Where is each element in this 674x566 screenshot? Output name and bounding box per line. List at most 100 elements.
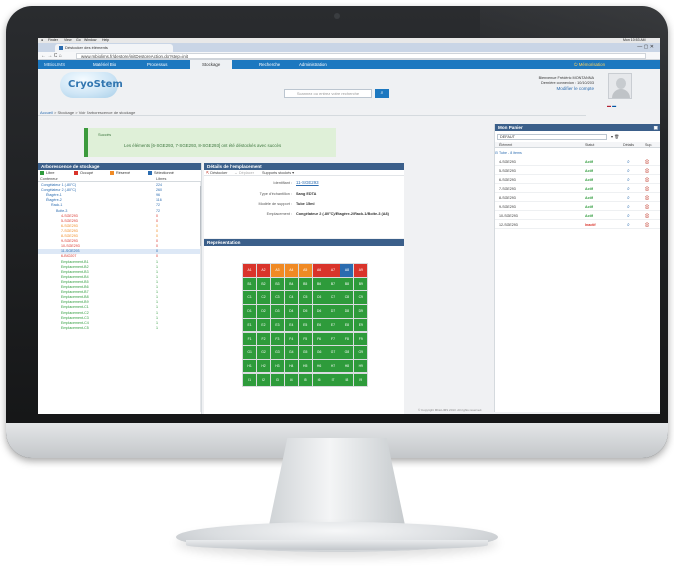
grid-cell-c6[interactable]: C6 (312, 291, 326, 304)
grid-cell-g7[interactable]: G7 (326, 346, 340, 359)
grid-cell-d6[interactable]: D6 (312, 305, 326, 318)
grid-cell-h5[interactable]: H5 (298, 359, 312, 373)
grid-cell-b9[interactable]: B9 (354, 277, 368, 291)
grid-cell-f4[interactable]: F4 (284, 332, 298, 346)
grid-cell-g6[interactable]: G6 (312, 346, 326, 359)
remove-icon[interactable]: ⛒ (645, 212, 649, 220)
address-bar[interactable]: www.mbiolims.fr/destore/initDestoreActio… (76, 53, 646, 59)
fr-flag-icon[interactable]: ▬ (612, 103, 616, 108)
grid-cell-f3[interactable]: F3 (270, 332, 284, 346)
grid-cell-e5[interactable]: E5 (298, 318, 312, 332)
tree-scrollbar[interactable] (200, 182, 201, 412)
grid-cell-h6[interactable]: H6 (312, 359, 326, 373)
grid-cell-c5[interactable]: C5 (298, 291, 312, 304)
grid-cell-g2[interactable]: G2 (256, 346, 271, 359)
grid-cell-e9[interactable]: E9 (354, 318, 368, 332)
details-icon[interactable]: ⌕ (627, 167, 630, 175)
grid-cell-f6[interactable]: F6 (312, 332, 326, 346)
grid-cell-e6[interactable]: E6 (312, 318, 326, 332)
grid-cell-c9[interactable]: C9 (354, 291, 368, 304)
grid-cell-f7[interactable]: F7 (326, 332, 340, 346)
remove-icon[interactable]: ⛒ (645, 158, 649, 166)
grid-cell-f5[interactable]: F5 (298, 332, 312, 346)
grid-cell-a2[interactable]: A2 (256, 264, 271, 277)
grid-cell-i9[interactable]: I9 (354, 373, 368, 387)
grid-cell-d3[interactable]: D3 (270, 305, 284, 318)
grid-cell-b6[interactable]: B6 (312, 277, 326, 291)
window-controls[interactable]: — ▢ ✕ (637, 43, 654, 52)
cryostem-logo[interactable]: CryoStem (60, 72, 123, 98)
remove-icon[interactable]: ⛒ (645, 194, 649, 202)
grid-cell-a8[interactable]: A8 (340, 264, 354, 277)
grid-cell-c7[interactable]: C7 (326, 291, 340, 304)
grid-cell-f9[interactable]: F9 (354, 332, 368, 346)
grid-cell-a9[interactable]: A9 (354, 264, 368, 277)
grid-cell-b4[interactable]: B4 (284, 277, 298, 291)
grid-cell-f2[interactable]: F2 (256, 332, 271, 346)
details-icon[interactable]: ⌕ (627, 185, 630, 193)
details-icon[interactable]: ⌕ (627, 212, 630, 220)
remove-icon[interactable]: ⛒ (645, 185, 649, 193)
grid-cell-c1[interactable]: C1 (243, 291, 257, 304)
grid-cell-b2[interactable]: B2 (256, 277, 271, 291)
remove-icon[interactable]: ⛒ (645, 203, 649, 211)
remove-icon[interactable]: ⛒ (645, 167, 649, 175)
search-input[interactable]: Scannez ou entrez votre recherche (284, 89, 372, 98)
grid-cell-h8[interactable]: H8 (340, 359, 354, 373)
grid-cell-g1[interactable]: G1 (243, 346, 257, 359)
user-menu[interactable]: ⏻ Mémorisation (574, 60, 605, 69)
grid-cell-g8[interactable]: G8 (340, 346, 354, 359)
grid-cell-d7[interactable]: D7 (326, 305, 340, 318)
details-icon[interactable]: ⌕ (627, 176, 630, 184)
nav-administration[interactable]: Administration (294, 60, 332, 69)
grid-cell-d9[interactable]: D9 (354, 305, 368, 318)
grid-cell-i7[interactable]: I7 (326, 373, 340, 387)
grid-cell-h4[interactable]: H4 (284, 359, 298, 373)
grid-cell-d4[interactable]: D4 (284, 305, 298, 318)
remove-icon[interactable]: ⛒ (645, 221, 649, 229)
grid-cell-g4[interactable]: G4 (284, 346, 298, 359)
basket-group[interactable]: ⊟ Tube - 8 items (495, 150, 660, 156)
nav-stockage[interactable]: Stockage (190, 60, 233, 69)
browser-nav-buttons[interactable]: ← → C ⌂ (41, 52, 62, 60)
grid-cell-i8[interactable]: I8 (340, 373, 354, 387)
grid-cell-e3[interactable]: E3 (270, 318, 284, 332)
grid-cell-a4[interactable]: A4 (284, 264, 298, 277)
remove-icon[interactable]: ⛒ (645, 176, 649, 184)
language-flags[interactable]: ▬ ▬ (607, 103, 616, 108)
grid-cell-c3[interactable]: C3 (270, 291, 284, 304)
grid-cell-a7[interactable]: A7 (326, 264, 340, 277)
grid-cell-e7[interactable]: E7 (326, 318, 340, 332)
grid-cell-a1[interactable]: A1 (243, 264, 257, 277)
grid-cell-h3[interactable]: H3 (270, 359, 284, 373)
nav-recherche[interactable]: Recherche (254, 60, 285, 69)
basket-collapse-icon[interactable]: ▣ (654, 124, 658, 131)
avatar[interactable] (608, 73, 632, 99)
grid-cell-d1[interactable]: D1 (243, 305, 257, 318)
grid-cell-i5[interactable]: I5 (298, 373, 312, 387)
nav-materiel-bio[interactable]: Matériel Bio (88, 60, 121, 69)
grid-cell-i4[interactable]: I4 (284, 373, 298, 387)
grid-cell-e1[interactable]: E1 (243, 318, 257, 332)
breadcrumb-home[interactable]: Accueil (40, 110, 53, 115)
basket-select-arrow-icon[interactable]: ▾ 🗑 (611, 134, 619, 139)
stored-supports-dropdown[interactable]: Supports stockés ▾ (262, 170, 294, 176)
grid-cell-g3[interactable]: G3 (270, 346, 284, 359)
modify-account-link[interactable]: Modifier le compte (514, 86, 594, 91)
grid-cell-g5[interactable]: G5 (298, 346, 312, 359)
grid-cell-d2[interactable]: D2 (256, 305, 271, 318)
grid-cell-b5[interactable]: B5 (298, 277, 312, 291)
grid-cell-b7[interactable]: B7 (326, 277, 340, 291)
browser-tab[interactable]: Déstocker des éléments (55, 44, 173, 52)
grid-cell-c8[interactable]: C8 (340, 291, 354, 304)
grid-cell-a3[interactable]: A3 (270, 264, 284, 277)
grid-cell-c2[interactable]: C2 (256, 291, 271, 304)
move-button[interactable]: ↔ Déplacer (234, 170, 254, 176)
grid-cell-f8[interactable]: F8 (340, 332, 354, 346)
grid-cell-i6[interactable]: I6 (312, 373, 326, 387)
grid-cell-h2[interactable]: H2 (256, 359, 271, 373)
details-icon[interactable]: ⌕ (627, 158, 630, 166)
grid-cell-e4[interactable]: E4 (284, 318, 298, 332)
grid-cell-b1[interactable]: B1 (243, 277, 257, 291)
details-icon[interactable]: ⌕ (627, 194, 630, 202)
